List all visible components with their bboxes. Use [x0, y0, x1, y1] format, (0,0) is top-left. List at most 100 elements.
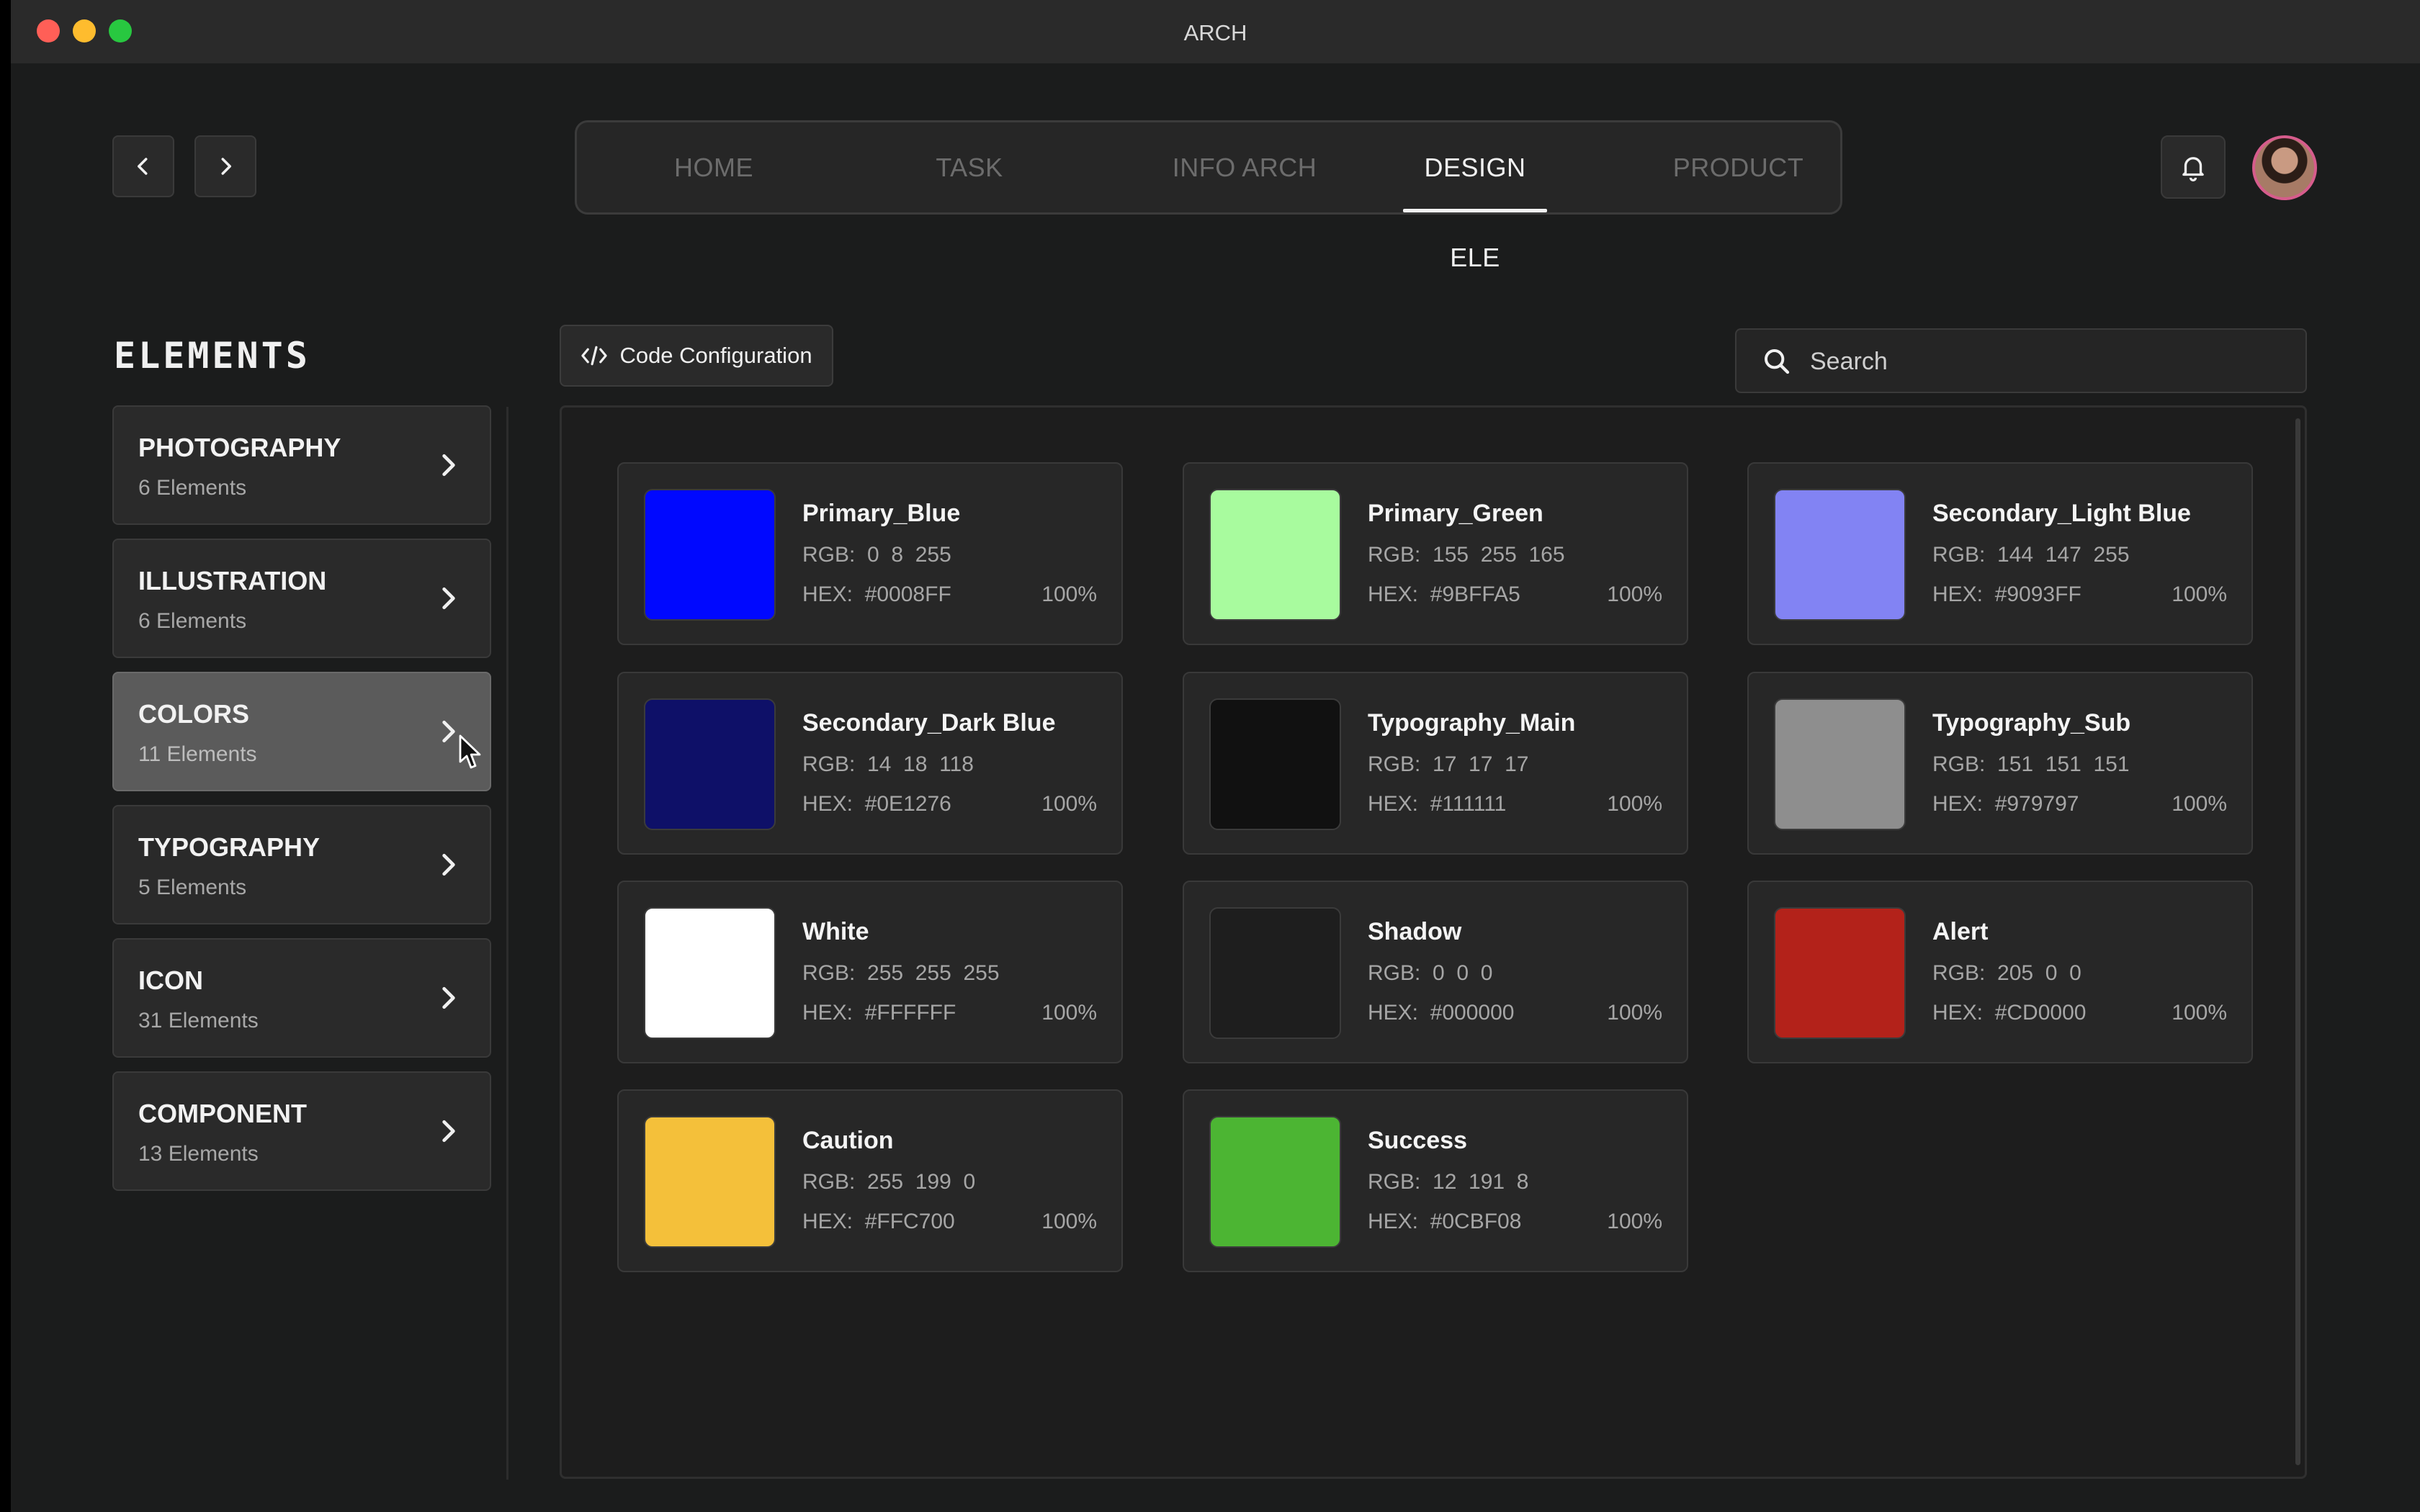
chevron-right-icon	[221, 158, 231, 175]
color-name: Alert	[1932, 918, 1989, 945]
color-hex: HEX: #0E1276	[802, 792, 951, 816]
color-name: Primary_Green	[1368, 500, 1543, 527]
color-hex: HEX: #9BFFA5	[1368, 582, 1520, 606]
color-card-caution[interactable]: Caution RGB: 255 199 0 HEX: #FFC700 100%	[617, 1089, 1123, 1272]
color-opacity: 100%	[1041, 1210, 1097, 1233]
color-rgb: RGB: 0 8 255	[802, 543, 951, 567]
tab-info-arch[interactable]: INFO ARCH	[1151, 122, 1338, 212]
sidebar-item-component[interactable]: COMPONENT 13 Elements	[112, 1071, 491, 1191]
color-rgb: RGB: 255 199 0	[802, 1170, 976, 1194]
color-name: Typography_Sub	[1932, 709, 2131, 737]
chevron-right-icon	[442, 853, 455, 876]
color-name: Typography_Main	[1368, 709, 1576, 737]
color-name: White	[802, 918, 869, 945]
colors-panel: Primary_Blue RGB: 0 8 255 HEX: #0008FF 1…	[560, 405, 2307, 1479]
category-count: 31 Elements	[138, 1009, 259, 1032]
search-box	[1735, 328, 2307, 393]
color-hex: HEX: #CD0000	[1932, 1001, 2087, 1025]
chevron-right-icon	[442, 454, 455, 477]
category-name: ILLUSTRATION	[138, 566, 327, 595]
chevron-right-icon	[442, 587, 455, 610]
color-opacity: 100%	[1041, 582, 1097, 606]
category-name: COMPONENT	[138, 1099, 307, 1128]
forward-button[interactable]	[194, 135, 256, 197]
sidebar-title: ELEMENTS	[114, 335, 310, 377]
sidebar-divider	[506, 407, 508, 1480]
color-opacity: 100%	[1041, 792, 1097, 816]
back-button[interactable]	[112, 135, 174, 197]
color-card-secondary-light-blue[interactable]: Secondary_Light Blue RGB: 144 147 255 HE…	[1747, 462, 2253, 645]
bell-icon	[2182, 157, 2204, 182]
category-name: ICON	[138, 966, 203, 995]
color-rgb: RGB: 155 255 165	[1368, 543, 1565, 567]
color-swatch	[1209, 1116, 1341, 1248]
chevron-right-icon	[442, 720, 455, 743]
sidebar-item-colors[interactable]: COLORS 11 Elements	[112, 672, 491, 791]
color-card-shadow[interactable]: Shadow RGB: 0 0 0 HEX: #000000 100%	[1183, 881, 1688, 1063]
color-card-secondary-dark-blue[interactable]: Secondary_Dark Blue RGB: 14 18 118 HEX: …	[617, 672, 1123, 855]
color-swatch	[644, 489, 776, 621]
color-swatch	[644, 1116, 776, 1248]
color-hex: HEX: #111111	[1368, 792, 1507, 816]
color-swatch	[1209, 698, 1341, 830]
color-rgb: RGB: 255 255 255	[802, 961, 1000, 985]
color-name: Success	[1368, 1127, 1467, 1154]
avatar[interactable]	[2252, 135, 2317, 200]
color-hex: HEX: #9093FF	[1932, 582, 2081, 606]
color-card-primary-green[interactable]: Primary_Green RGB: 155 255 165 HEX: #9BF…	[1183, 462, 1688, 645]
color-rgb: RGB: 17 17 17	[1368, 752, 1529, 776]
chevron-right-icon	[442, 1120, 455, 1143]
color-name: Secondary_Light Blue	[1932, 500, 2191, 527]
tab-product[interactable]: PRODUCT	[1650, 122, 1827, 212]
color-swatch	[1774, 698, 1906, 830]
search-input[interactable]	[1809, 330, 2287, 393]
mouse-cursor-icon	[459, 734, 481, 769]
color-opacity: 100%	[1607, 1210, 1662, 1233]
window-title: ARCH	[1183, 20, 1247, 45]
code-configuration-label: Code Configuration	[619, 343, 812, 368]
tab-task[interactable]: TASK	[908, 122, 1031, 212]
color-swatch	[1209, 907, 1341, 1039]
color-hex: HEX: #979797	[1932, 792, 2079, 816]
color-opacity: 100%	[1607, 1001, 1662, 1025]
title-bar: ARCH	[11, 0, 2420, 63]
color-hex: HEX: #0CBF08	[1368, 1210, 1522, 1233]
notifications-button[interactable]	[2161, 135, 2226, 199]
color-name: Primary_Blue	[802, 500, 961, 527]
chevron-right-icon	[442, 986, 455, 1009]
sidebar-item-icon[interactable]: ICON 31 Elements	[112, 938, 491, 1058]
tab-home[interactable]: HOME	[649, 122, 779, 212]
color-card-primary-blue[interactable]: Primary_Blue RGB: 0 8 255 HEX: #0008FF 1…	[617, 462, 1123, 645]
category-count: 13 Elements	[138, 1142, 259, 1166]
color-hex: HEX: #000000	[1368, 1001, 1515, 1025]
sidebar-item-photography[interactable]: PHOTOGRAPHY 6 Elements	[112, 405, 491, 525]
app-window: ARCH HOME TASK INFO ARCH DESIGN ELE PROD…	[11, 0, 2420, 1512]
search-icon	[1765, 349, 1790, 374]
category-count: 11 Elements	[138, 742, 257, 766]
color-card-white[interactable]: White RGB: 255 255 255 HEX: #FFFFFF 100%	[617, 881, 1123, 1063]
sidebar-item-illustration[interactable]: ILLUSTRATION 6 Elements	[112, 539, 491, 658]
color-name: Secondary_Dark Blue	[802, 709, 1056, 737]
category-count: 5 Elements	[138, 876, 247, 899]
color-opacity: 100%	[1607, 792, 1662, 816]
color-card-typography-sub[interactable]: Typography_Sub RGB: 151 151 151 HEX: #97…	[1747, 672, 2253, 855]
color-rgb: RGB: 151 151 151	[1932, 752, 2130, 776]
color-opacity: 100%	[2172, 792, 2227, 816]
color-card-success[interactable]: Success RGB: 12 191 8 HEX: #0CBF08 100%	[1183, 1089, 1688, 1272]
code-icon	[581, 346, 608, 366]
code-configuration-button[interactable]: Code Configuration	[560, 325, 833, 387]
chevron-left-icon	[138, 158, 148, 175]
color-swatch	[644, 698, 776, 830]
color-hex: HEX: #0008FF	[802, 582, 951, 606]
panel-scrollbar[interactable]	[2295, 418, 2300, 1465]
sidebar-item-typography[interactable]: TYPOGRAPHY 5 Elements	[112, 805, 491, 924]
category-count: 6 Elements	[138, 476, 247, 500]
color-rgb: RGB: 144 147 255	[1932, 543, 2130, 567]
color-rgb: RGB: 205 0 0	[1932, 961, 2081, 985]
tab-design-ele[interactable]: DESIGN ELE	[1403, 122, 1547, 272]
color-hex: HEX: #FFFFFF	[802, 1001, 956, 1025]
color-card-alert[interactable]: Alert RGB: 205 0 0 HEX: #CD0000 100%	[1747, 881, 2253, 1063]
color-card-typography-main[interactable]: Typography_Main RGB: 17 17 17 HEX: #1111…	[1183, 672, 1688, 855]
color-name: Shadow	[1368, 918, 1462, 945]
color-swatch	[1774, 907, 1906, 1039]
